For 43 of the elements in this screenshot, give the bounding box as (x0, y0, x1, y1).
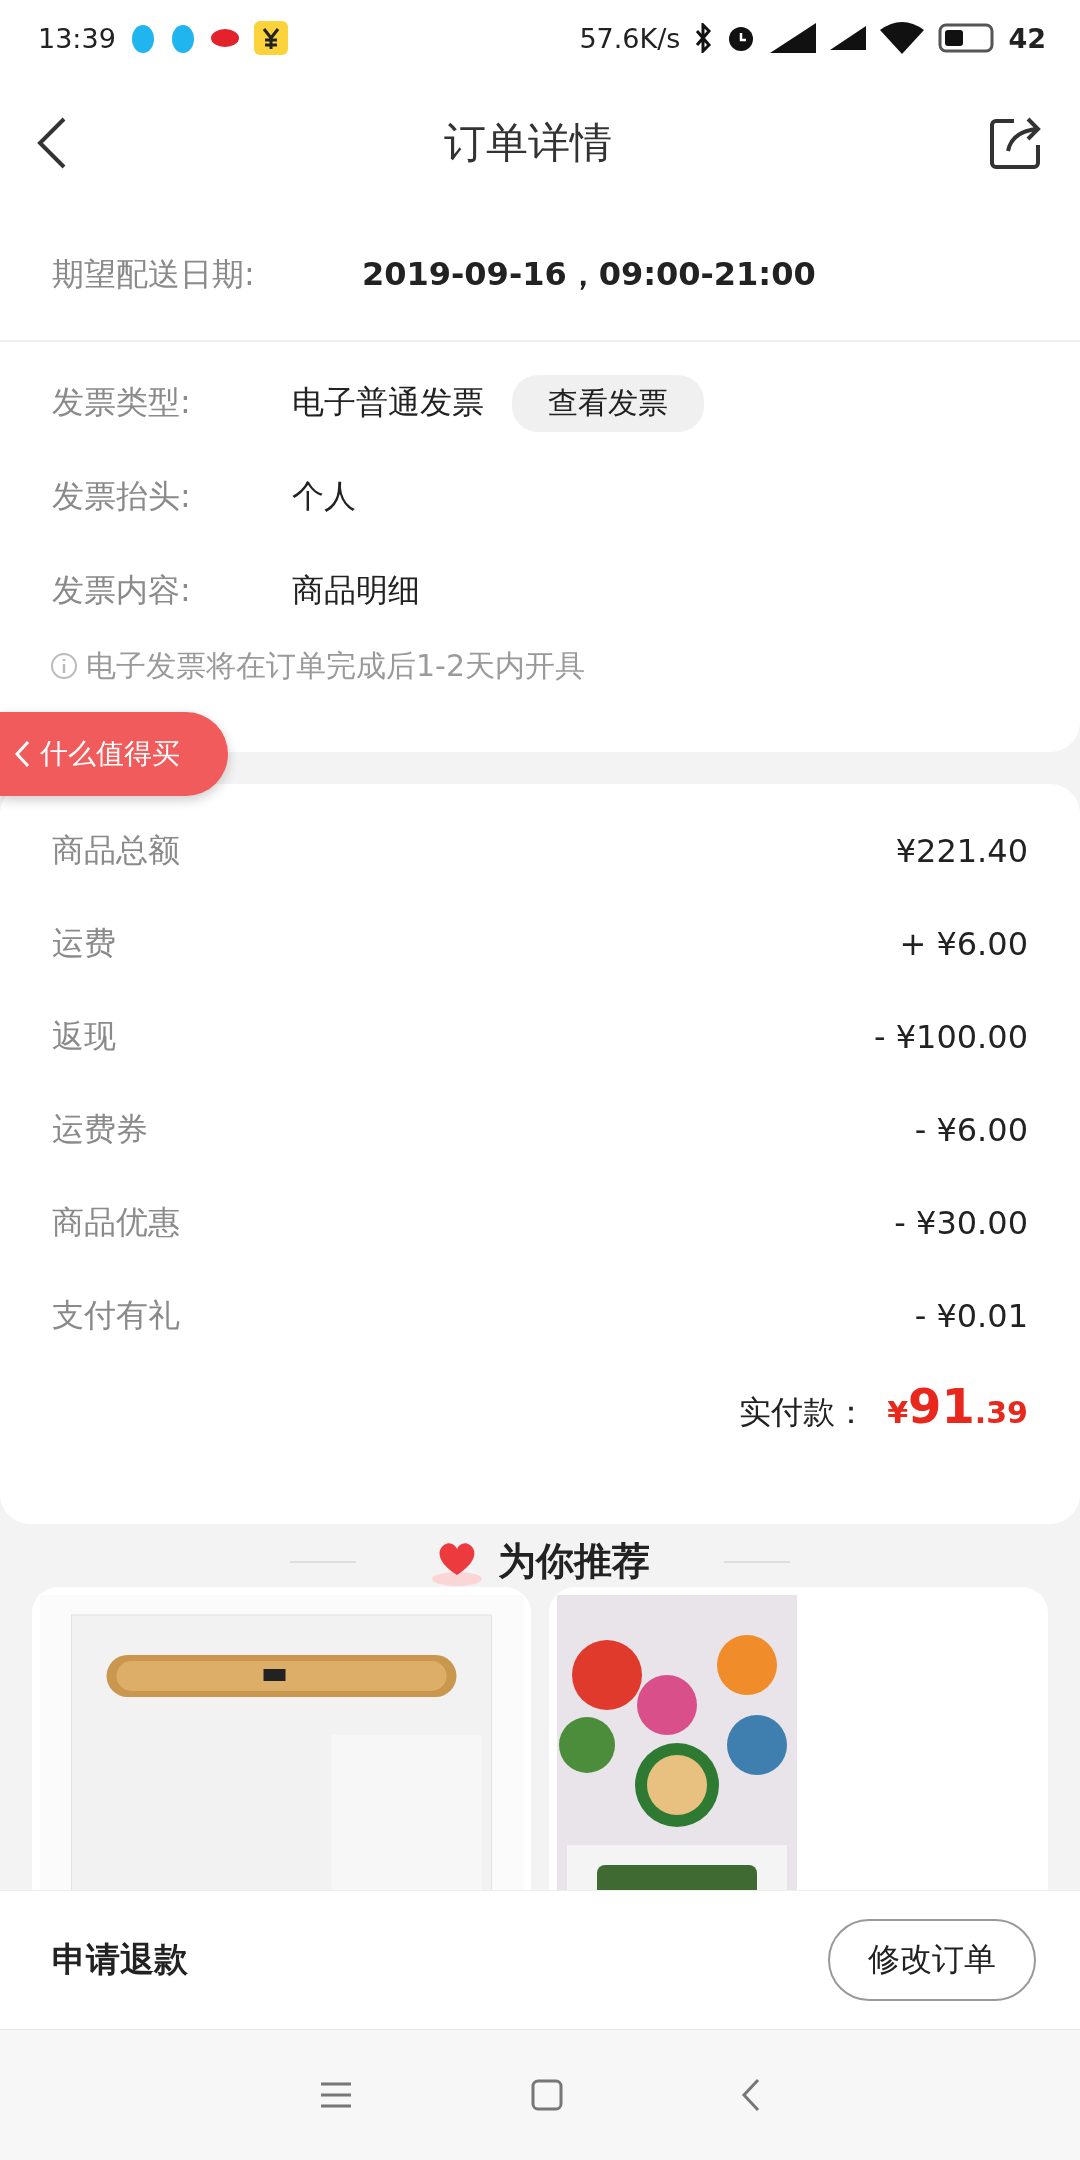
battery-icon (938, 23, 995, 53)
invoice-note: 电子发票将在订单完成后1-2天内开具 (86, 646, 585, 685)
home-icon[interactable] (531, 2079, 563, 2111)
fee-label: 支付有礼 (52, 1294, 180, 1336)
fee-label: 返现 (52, 1015, 116, 1057)
field-label: 发票抬头: (52, 476, 192, 517)
status-time: 13:39 (38, 22, 116, 54)
field-label: 期望配送日期: (52, 254, 256, 295)
fee-amount: + ¥6.00 (899, 924, 1028, 963)
info-icon (50, 652, 78, 680)
yuan-icon (253, 21, 288, 55)
fee-label: 运费券 (52, 1108, 148, 1150)
fee-amount: - ¥6.00 (914, 1110, 1028, 1149)
field-label: 发票类型: (52, 382, 192, 423)
field-value: 个人 (292, 476, 356, 517)
menu-icon[interactable] (319, 2080, 353, 2110)
total-label: 实付款： (739, 1392, 868, 1433)
wifi-icon (880, 22, 925, 54)
page-title: 订单详情 (444, 117, 612, 169)
fee-label: 运费 (52, 922, 116, 964)
field-value: 电子普通发票 (292, 382, 484, 423)
refund-link[interactable]: 申请退款 (52, 1937, 188, 1983)
field-value: 商品明细 (292, 570, 420, 611)
signal-icon (770, 23, 817, 53)
fee-label: 商品总额 (52, 829, 180, 871)
fee-amount: - ¥100.00 (873, 1017, 1028, 1056)
network-speed: 57.6K/s (579, 22, 681, 54)
fee-amount: - ¥30.00 (894, 1203, 1028, 1242)
chevron-left-icon (14, 740, 30, 768)
field-label: 发票内容: (52, 570, 192, 611)
back-icon[interactable] (36, 115, 68, 171)
total-amount: ¥91.39 (887, 1378, 1028, 1434)
fee-label: 商品优惠 (52, 1201, 180, 1243)
view-invoice-button[interactable]: 查看发票 (512, 374, 704, 432)
section-title: 为你推荐 (498, 1538, 650, 1585)
signal-icon (830, 26, 867, 50)
battery-level: 42 (1008, 22, 1046, 54)
fee-amount: ¥221.40 (895, 831, 1028, 870)
modify-order-button[interactable]: 修改订单 (828, 1919, 1036, 2001)
fee-amount: - ¥0.01 (914, 1296, 1028, 1335)
bluetooth-icon (694, 23, 713, 53)
delivery-date: 2019-09-16，09:00-21:00 (362, 254, 816, 295)
product-card[interactable] (549, 1587, 1048, 1890)
